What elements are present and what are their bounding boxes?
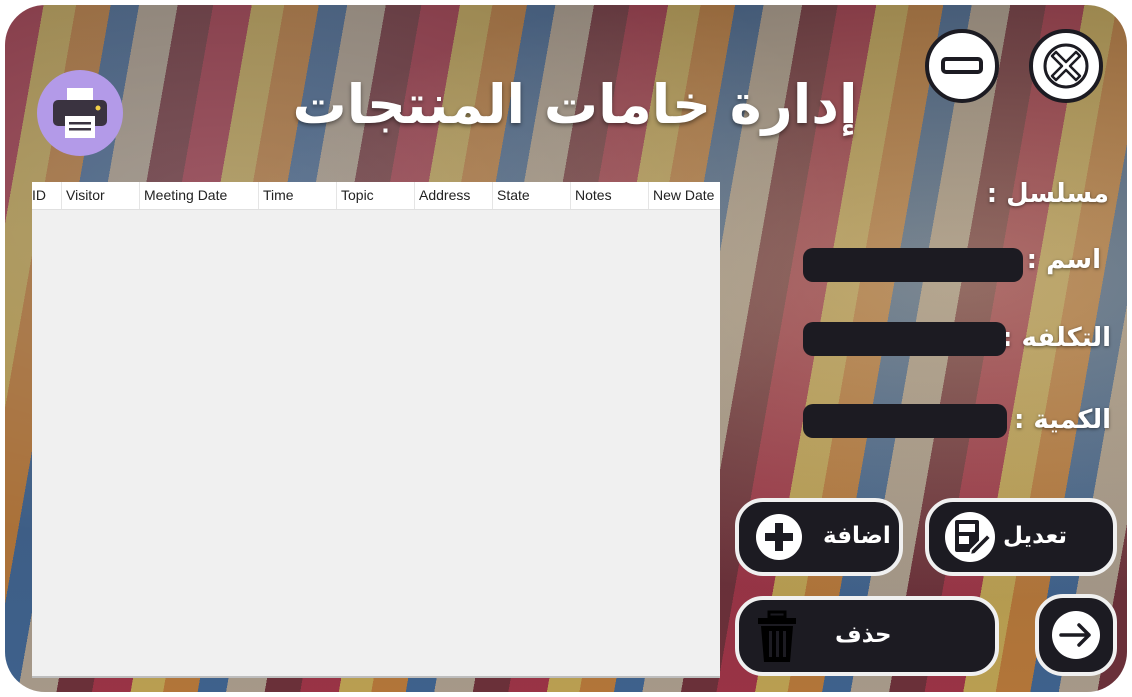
column-header[interactable]: Visitor bbox=[62, 182, 140, 209]
edit-button[interactable]: تعديل bbox=[925, 498, 1117, 576]
column-header[interactable]: ID bbox=[32, 182, 62, 209]
page-title: إدارة خامات المنتجات bbox=[292, 73, 858, 136]
table-header: ID Visitor Meeting Date Time Topic Addre… bbox=[32, 182, 720, 210]
minimize-icon bbox=[941, 57, 983, 74]
printer-icon bbox=[53, 88, 107, 138]
serial-label: مسلسل : bbox=[986, 179, 1109, 209]
column-header[interactable]: Meeting Date bbox=[140, 182, 259, 209]
print-button[interactable] bbox=[37, 70, 123, 156]
column-header[interactable]: Notes bbox=[571, 182, 649, 209]
column-header[interactable]: Address bbox=[415, 182, 493, 209]
cost-field[interactable] bbox=[803, 322, 1006, 356]
arrow-right-icon bbox=[1052, 611, 1100, 659]
name-field[interactable] bbox=[803, 248, 1023, 282]
name-label: اسم : bbox=[1026, 245, 1101, 275]
close-icon bbox=[1043, 43, 1089, 89]
trash-icon bbox=[758, 610, 796, 662]
column-header[interactable]: State bbox=[493, 182, 571, 209]
add-label: اضافة bbox=[823, 523, 891, 549]
column-header[interactable]: New Date bbox=[649, 182, 720, 209]
edit-label: تعديل bbox=[1003, 523, 1068, 549]
column-header[interactable]: Time bbox=[259, 182, 337, 209]
minimize-button[interactable] bbox=[925, 29, 999, 103]
close-button[interactable] bbox=[1029, 29, 1103, 103]
plus-circle-icon bbox=[756, 514, 802, 560]
main-window: إدارة خامات المنتجات ID Visitor Meeting … bbox=[5, 5, 1127, 692]
delete-label: حذف bbox=[835, 622, 892, 648]
delete-button[interactable]: حذف bbox=[735, 596, 999, 676]
next-button[interactable] bbox=[1035, 594, 1117, 676]
quantity-label: الكمية : bbox=[1013, 405, 1111, 435]
quantity-field[interactable] bbox=[803, 404, 1007, 438]
edit-document-icon bbox=[945, 512, 995, 562]
data-table[interactable]: ID Visitor Meeting Date Time Topic Addre… bbox=[32, 182, 720, 678]
column-header[interactable]: Topic bbox=[337, 182, 415, 209]
add-button[interactable]: اضافة bbox=[735, 498, 903, 576]
cost-label: التكلفه : bbox=[1002, 323, 1111, 353]
